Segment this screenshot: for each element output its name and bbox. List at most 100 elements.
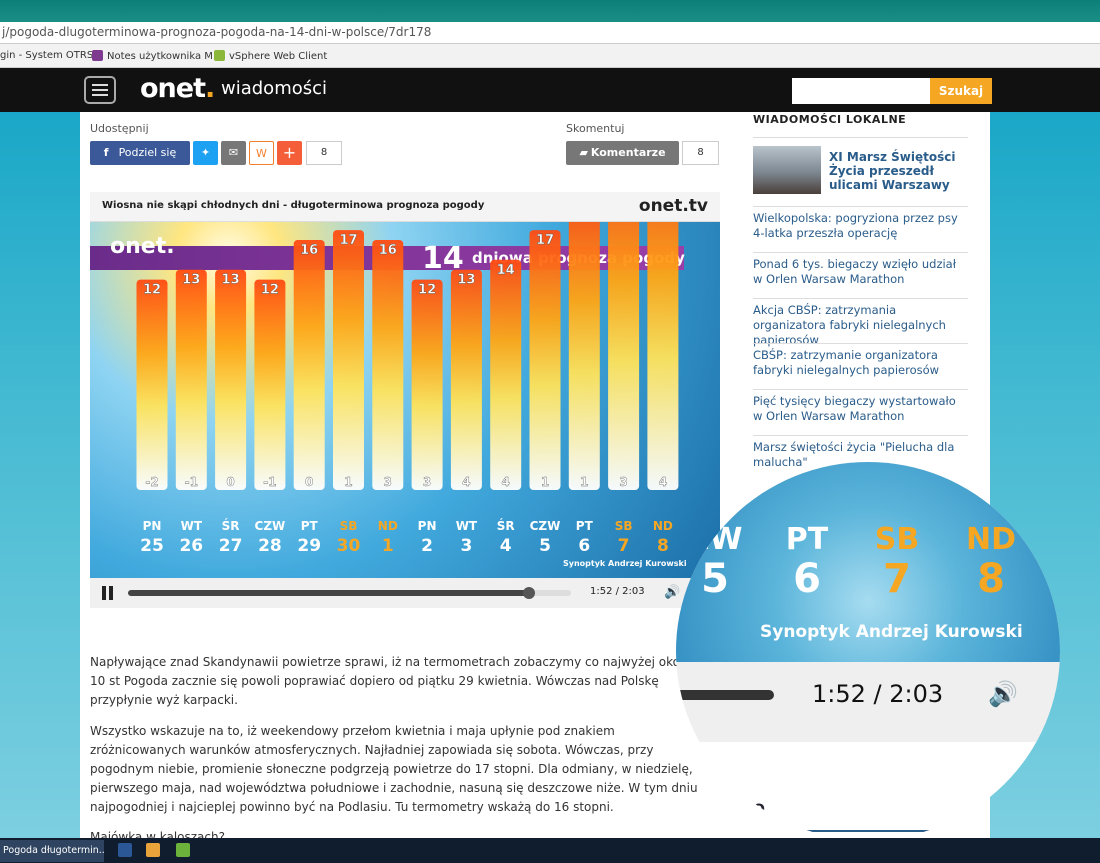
low-temp-label: 4 <box>462 475 470 489</box>
search-input[interactable] <box>792 78 930 104</box>
magnifier-callout: ZW PT SB ND 5 6 7 8 Synoptyk Andrzej Kur… <box>676 462 1060 840</box>
temp-bar <box>608 222 640 490</box>
menu-icon[interactable] <box>84 76 116 104</box>
temp-bar <box>215 269 247 490</box>
mag-volume-icon: 🔊 <box>988 680 1018 708</box>
day-label: ŚR <box>497 518 515 533</box>
synoptic-signature: Synoptyk Andrzej Kurowski <box>563 559 687 568</box>
low-temp-label: -1 <box>263 475 276 489</box>
temp-bar <box>175 269 207 490</box>
news-link[interactable]: Akcja CBŚP: zatrzymania organizatora fab… <box>753 298 968 348</box>
date-label: 29 <box>297 536 321 556</box>
news-link[interactable]: Wielkopolska: pogryziona przez psy 4-lat… <box>753 206 968 241</box>
high-temp-label: 13 <box>457 273 475 288</box>
high-temp-label: 16 <box>379 243 397 258</box>
taskbar: Pogoda długotermin... <box>0 838 1100 863</box>
mag-page-area: Z O <box>676 742 1060 840</box>
video-player[interactable]: onet. 14 dniowa prognoza pogody 12-2PN25… <box>90 222 720 578</box>
news-link[interactable]: Pięć tysięcy biegaczy wystartowało w Orl… <box>753 389 968 424</box>
comments-button[interactable]: ▰ Komentarze <box>566 141 679 165</box>
day-label: PT <box>576 519 594 533</box>
day-label: WT <box>456 519 478 533</box>
temp-bar <box>136 279 168 490</box>
seek-handle[interactable] <box>522 587 535 599</box>
app-icon[interactable] <box>176 843 190 857</box>
high-temp-label: 12 <box>418 283 436 298</box>
taskbar-active-window[interactable]: Pogoda długotermin... <box>0 840 104 862</box>
chrome-icon[interactable] <box>146 843 160 857</box>
plus-icon[interactable]: + <box>277 141 302 165</box>
temp-bar <box>254 279 286 490</box>
temp-bar <box>568 222 600 490</box>
vsphere-icon <box>214 50 225 61</box>
mag-seek-bar <box>676 690 774 700</box>
comment-label: Skomentuj <box>566 122 625 135</box>
news-link[interactable]: CBŚP: zatrzymanie organizatora fabryki n… <box>753 343 968 378</box>
date-label: 25 <box>140 536 164 556</box>
mag-day-date: 7 <box>883 556 911 602</box>
facebook-share-button[interactable]: f Podziel się <box>90 141 190 165</box>
sidebar-title: WIADOMOŚCI LOKALNE <box>753 113 907 126</box>
pause-icon[interactable] <box>102 586 114 600</box>
section-name[interactable]: wiadomości <box>221 78 327 99</box>
high-temp-label: 12 <box>261 283 279 298</box>
low-temp-label: 4 <box>659 475 667 489</box>
day-label: WT <box>181 519 203 533</box>
mag-day-label: PT <box>785 522 829 557</box>
day-label: ŚR <box>222 518 240 533</box>
temp-bar <box>411 279 443 490</box>
low-temp-label: 4 <box>502 475 510 489</box>
browser-title-bar <box>0 0 1100 22</box>
date-label: 30 <box>337 536 361 556</box>
word-icon[interactable] <box>118 843 132 857</box>
date-label: 1 <box>382 536 394 556</box>
share-count: 8 <box>306 141 342 165</box>
high-temp-label: 13 <box>222 273 240 288</box>
mag-fragment: Z O <box>738 802 765 818</box>
day-label: CZW <box>255 519 286 533</box>
low-temp-label: 0 <box>305 475 313 489</box>
high-temp-label: 16 <box>300 243 318 258</box>
date-label: 3 <box>460 536 472 556</box>
email-icon[interactable]: ✉ <box>221 141 246 165</box>
news-link[interactable]: Ponad 6 tys. biegaczy wzięło udział w Or… <box>753 252 968 287</box>
onet-tv-logo: onet.tv <box>638 196 708 216</box>
temp-bar <box>293 240 325 490</box>
top-news-link[interactable]: XI Marsz Świętości Życia przeszedł ulica… <box>829 150 974 192</box>
overlay-logo: onet. <box>110 234 175 259</box>
low-temp-label: 1 <box>580 475 588 489</box>
date-label: 27 <box>219 536 243 556</box>
video-time: 1:52 / 2:03 <box>590 586 645 597</box>
mag-day-date: 8 <box>977 556 1005 602</box>
onet-logo[interactable]: onet. <box>140 73 215 104</box>
low-temp-label: -1 <box>185 475 198 489</box>
mag-day-date: 6 <box>793 556 821 602</box>
day-label: SB <box>615 519 633 533</box>
low-temp-label: 0 <box>226 475 234 489</box>
comments-count: 8 <box>682 141 719 165</box>
day-label: PN <box>143 519 162 533</box>
mag-signature: Synoptyk Andrzej Kurowski <box>760 622 1023 642</box>
temp-bar <box>333 230 364 490</box>
facebook-icon: f <box>103 146 109 159</box>
bookmark-otrs[interactable]: gin - System OTRS <box>0 50 93 61</box>
bookmark-vsphere[interactable]: vSphere Web Client <box>214 50 327 62</box>
seek-progress <box>128 590 529 596</box>
low-temp-label: 3 <box>423 475 431 489</box>
high-temp-label: 14 <box>497 263 515 278</box>
mag-day-label: ND <box>965 522 1016 557</box>
date-label: 4 <box>500 536 512 556</box>
low-temp-label: 3 <box>384 475 392 489</box>
article-paragraph: Napływające znad Skandynawii powietrze s… <box>90 655 691 707</box>
mag-time: 1:52 / 2:03 <box>812 680 944 708</box>
search-button[interactable]: Szukaj <box>930 78 992 104</box>
bookmark-notes[interactable]: Notes użytkownika M <box>92 50 213 62</box>
low-temp-label: 3 <box>619 475 627 489</box>
wykop-icon[interactable]: W <box>249 141 274 165</box>
address-bar[interactable]: j/pogoda-dlugoterminowa-prognoza-pogoda-… <box>0 22 1100 44</box>
article-paragraph: Wszystko wskazuje na to, iż weekendowy p… <box>90 724 698 814</box>
twitter-icon[interactable]: ✦ <box>193 141 218 165</box>
site-header: onet. wiadomości Szukaj <box>0 68 1100 112</box>
news-thumbnail[interactable] <box>753 146 821 194</box>
seek-bar[interactable] <box>128 587 571 599</box>
